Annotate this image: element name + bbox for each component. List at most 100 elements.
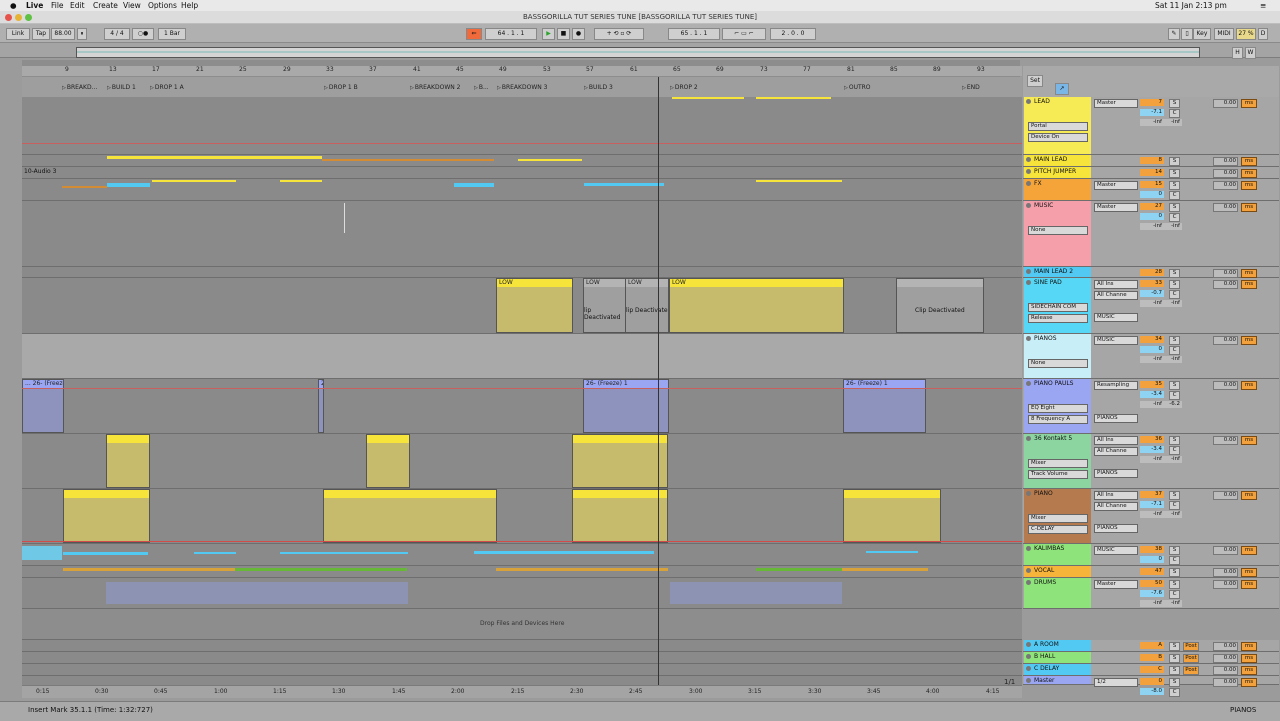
track-number[interactable]: 8 bbox=[1140, 157, 1164, 164]
solo-button[interactable]: S bbox=[1169, 157, 1180, 166]
track-activator-icon[interactable] bbox=[1026, 157, 1031, 162]
track-activator-icon[interactable] bbox=[1026, 491, 1031, 496]
track-delay-field[interactable]: 0.00 bbox=[1213, 666, 1238, 675]
delay-unit-button[interactable]: ms bbox=[1241, 436, 1257, 445]
track-delay-field[interactable]: 0.00 bbox=[1213, 336, 1238, 345]
menu-edit[interactable]: Edit bbox=[70, 1, 85, 10]
input-channel-select[interactable]: All Channe bbox=[1094, 291, 1138, 300]
zoom-window-icon[interactable] bbox=[25, 14, 32, 21]
solo-button[interactable]: S bbox=[1169, 336, 1180, 345]
locator-outro[interactable]: OUTRO bbox=[844, 84, 871, 91]
track-name-header[interactable]: SINE PAD SIDECHAIN COM Release bbox=[1024, 278, 1091, 333]
vocal-clip[interactable] bbox=[842, 568, 928, 571]
crossfade-button[interactable]: C bbox=[1169, 346, 1180, 355]
track-activator-icon[interactable] bbox=[1026, 203, 1031, 208]
lane-piano[interactable] bbox=[22, 489, 1022, 544]
track-number[interactable]: 33 bbox=[1140, 280, 1164, 287]
midi-map-button[interactable]: MIDI bbox=[1214, 28, 1234, 40]
playhead-marker[interactable] bbox=[658, 77, 659, 685]
solo-button[interactable]: S bbox=[1169, 169, 1180, 178]
track-name-header[interactable]: A ROOM bbox=[1024, 640, 1091, 651]
crossfade-button[interactable]: C bbox=[1169, 191, 1180, 200]
vocal-clip[interactable] bbox=[235, 568, 407, 571]
track-number[interactable]: 14 bbox=[1140, 169, 1164, 176]
track-name-header[interactable]: B HALL bbox=[1024, 652, 1091, 663]
delay-unit-button[interactable]: ms bbox=[1241, 269, 1257, 278]
locator-build-1[interactable]: BUILD 1 bbox=[107, 84, 136, 91]
h-toggle-button[interactable]: H bbox=[1232, 47, 1243, 59]
delay-unit-button[interactable]: ms bbox=[1241, 336, 1257, 345]
stop-button[interactable]: ■ bbox=[557, 28, 570, 40]
output-select[interactable]: 1/2 bbox=[1094, 678, 1138, 687]
track-name-header[interactable]: DRUMS bbox=[1024, 578, 1091, 608]
output-select[interactable]: Master bbox=[1094, 203, 1138, 212]
track-activator-icon[interactable] bbox=[1026, 336, 1031, 341]
parameter-chooser[interactable]: Track Volume bbox=[1028, 470, 1088, 479]
lead-clip-strip[interactable] bbox=[672, 97, 744, 99]
delay-unit-button[interactable]: ms bbox=[1241, 99, 1257, 108]
volume-field[interactable]: 0 bbox=[1140, 556, 1164, 563]
crossfade-button[interactable]: C bbox=[1169, 590, 1180, 599]
solo-button[interactable]: S bbox=[1169, 546, 1180, 555]
solo-button[interactable]: S bbox=[1169, 678, 1180, 687]
main-lead-clip[interactable] bbox=[107, 156, 322, 159]
delay-unit-button[interactable]: ms bbox=[1241, 491, 1257, 500]
lane-kalimbas[interactable] bbox=[22, 544, 1022, 566]
delay-unit-button[interactable]: ms bbox=[1241, 666, 1257, 675]
drum-clips[interactable] bbox=[670, 582, 842, 604]
input-channel-select[interactable]: All Channe bbox=[1094, 447, 1138, 456]
track-activator-icon[interactable] bbox=[1026, 568, 1031, 573]
locator-drop-1a[interactable]: DROP 1 A bbox=[150, 84, 184, 91]
track-number[interactable]: A bbox=[1140, 642, 1164, 649]
device-chooser[interactable]: Portal bbox=[1028, 122, 1088, 131]
solo-button[interactable]: S bbox=[1169, 654, 1180, 663]
lane-music[interactable] bbox=[22, 201, 1022, 267]
output-select[interactable]: All Ins bbox=[1094, 436, 1138, 445]
kalimba-clip[interactable] bbox=[22, 546, 62, 560]
output-select[interactable]: Master bbox=[1094, 580, 1138, 589]
locator-drop-2[interactable]: DROP 2 bbox=[670, 84, 698, 91]
track-activator-icon[interactable] bbox=[1026, 580, 1031, 585]
parameter-chooser[interactable]: 8 Frequency A bbox=[1028, 415, 1088, 424]
locator-lane[interactable]: BREAKD... BUILD 1 DROP 1 A DROP 1 B BREA… bbox=[22, 77, 1022, 98]
minimize-window-icon[interactable] bbox=[15, 14, 22, 21]
solo-button[interactable]: S bbox=[1169, 280, 1180, 289]
locator-build-3[interactable]: BUILD 3 bbox=[584, 84, 613, 91]
track-activator-icon[interactable] bbox=[1026, 280, 1031, 285]
routing-select[interactable]: PIANOS bbox=[1094, 414, 1138, 423]
track-number[interactable]: 27 bbox=[1140, 203, 1164, 210]
lane-b-hall[interactable] bbox=[22, 652, 1022, 664]
clip-deactivated[interactable]: Clip Deactivated bbox=[896, 278, 984, 333]
crossfade-button[interactable]: C bbox=[1169, 688, 1180, 697]
time-signature-field[interactable]: 4 / 4 bbox=[104, 28, 130, 40]
time-ruler[interactable]: 0:15 0:30 0:45 1:00 1:15 1:30 1:45 2:00 … bbox=[22, 678, 1022, 698]
midi-clip[interactable] bbox=[572, 434, 668, 488]
crossfade-button[interactable]: C bbox=[1169, 391, 1180, 400]
lane-lead[interactable] bbox=[22, 97, 1022, 155]
track-name-header[interactable]: MAIN LEAD 2 bbox=[1024, 267, 1091, 277]
solo-button[interactable]: S bbox=[1169, 436, 1180, 445]
fx-clip[interactable] bbox=[152, 180, 236, 182]
track-name-header[interactable]: VOCAL bbox=[1024, 566, 1091, 577]
fx-clip[interactable] bbox=[454, 183, 494, 187]
delay-unit-button[interactable]: ms bbox=[1241, 381, 1257, 390]
metronome-button[interactable]: ○● bbox=[132, 28, 154, 40]
parameter-chooser[interactable]: Device On bbox=[1028, 133, 1088, 142]
kalimba-clip[interactable] bbox=[866, 551, 918, 553]
post-button[interactable]: Post bbox=[1183, 654, 1199, 663]
track-activator-icon[interactable] bbox=[1026, 181, 1031, 186]
track-delay-field[interactable]: 0.00 bbox=[1213, 381, 1238, 390]
track-number[interactable]: C bbox=[1140, 666, 1164, 673]
nudge-icon[interactable]: ⏸ bbox=[77, 28, 87, 40]
track-delay-field[interactable]: 0.00 bbox=[1213, 654, 1238, 663]
midi-clip[interactable] bbox=[63, 489, 150, 543]
device-chooser[interactable]: None bbox=[1028, 359, 1088, 368]
main-lead-clip[interactable] bbox=[322, 159, 494, 161]
lead-clip-strip[interactable] bbox=[756, 97, 831, 99]
crossfade-button[interactable]: C bbox=[1169, 213, 1180, 222]
overdub-loop-buttons[interactable]: + ⟲ ▫ ⟳ bbox=[594, 28, 644, 40]
parameter-chooser[interactable]: Release bbox=[1028, 314, 1088, 323]
tap-button[interactable]: Tap bbox=[32, 28, 50, 40]
track-name-header[interactable]: C DELAY bbox=[1024, 664, 1091, 675]
menu-options[interactable]: Options bbox=[148, 1, 177, 10]
